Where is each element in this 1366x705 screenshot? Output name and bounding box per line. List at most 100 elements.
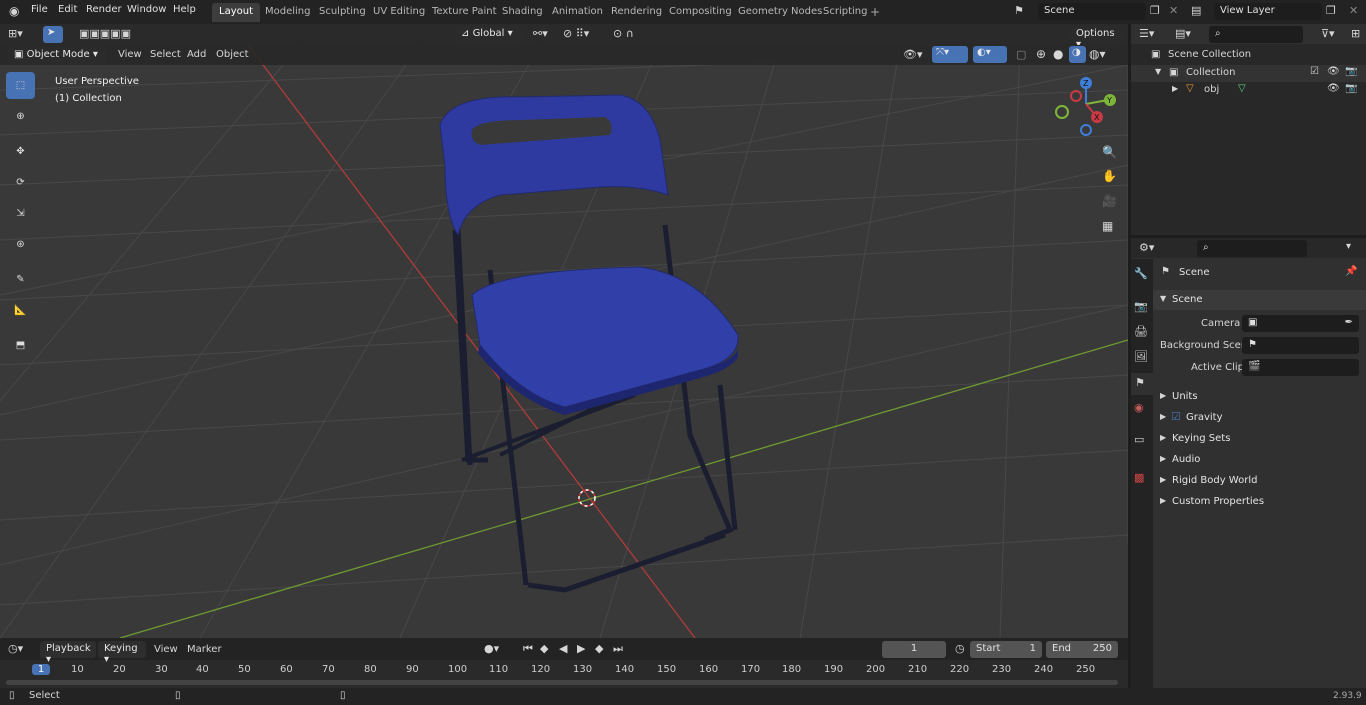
chair-model[interactable] [439, 94, 739, 593]
exclude-checkbox-icon[interactable]: ☑ [1310, 66, 1319, 77]
scene-panel-header[interactable]: ▼ Scene [1153, 290, 1366, 310]
timeline-editor-icon[interactable]: ◷▾ [8, 642, 23, 655]
move-tool-icon[interactable]: ✥ [6, 138, 35, 165]
navigation-gizmo[interactable]: Z Y X [1052, 72, 1122, 142]
cursor-tool-icon[interactable]: ⊕ [6, 103, 35, 130]
output-tab-icon[interactable]: 🖨 [1134, 325, 1148, 338]
prev-keyframe-icon[interactable]: ◆ [540, 642, 548, 655]
eyedropper-icon[interactable]: ✒ [1345, 317, 1353, 328]
copy-scene-icon[interactable]: ❐ [1150, 4, 1160, 17]
jump-end-icon[interactable]: ⏭ [613, 642, 623, 656]
expand-arrow-icon[interactable]: ▶ [1172, 84, 1178, 93]
editor-type-icon[interactable]: ⊞▾ [8, 27, 23, 40]
select-tool-icon[interactable]: ➤ [43, 26, 63, 43]
timeline-menu-view[interactable]: View [154, 644, 178, 655]
start-frame-field[interactable]: Start 1 [970, 641, 1042, 658]
properties-editor-icon[interactable]: ⚙▾ [1139, 241, 1154, 254]
frame-ruler[interactable]: 1 10 20 30 40 50 60 70 80 90 100 110 120 130 140 150 160… [0, 663, 1128, 679]
display-mode-icon[interactable]: ▤▾ [1175, 27, 1191, 40]
remove-scene-icon[interactable]: ✕ [1169, 4, 1178, 17]
rigid-body-world-panel-header[interactable]: ▶ Rigid Body World [1153, 472, 1366, 490]
render-tab-icon[interactable]: 📷 [1134, 300, 1148, 313]
proportional-edit-icon[interactable]: ⊙ ∩ [613, 27, 634, 40]
custom-properties-panel-header[interactable]: ▶ Custom Properties [1153, 493, 1366, 511]
pivot-icon[interactable]: ⚯▾ [533, 27, 548, 40]
copy-view-layer-icon[interactable]: ❐ [1326, 4, 1336, 17]
rotate-tool-icon[interactable]: ⟳ [6, 169, 35, 196]
tab-sculpting[interactable]: Sculpting [312, 3, 373, 22]
new-collection-icon[interactable]: ⊞ [1351, 27, 1360, 40]
zoom-icon[interactable]: 🔍 [1102, 145, 1117, 159]
playback-dropdown[interactable]: Playback ▾ [40, 641, 96, 665]
overlay-toggle-icon[interactable]: ◐▾ [973, 46, 1007, 63]
world-tab-icon[interactable]: ◉ [1134, 401, 1144, 414]
gizmo-neg-y-icon[interactable] [1055, 105, 1069, 119]
tab-texture-paint[interactable]: Texture Paint [425, 3, 504, 22]
options-dropdown[interactable]: Options ▾ [1070, 26, 1122, 50]
active-clip-field[interactable]: 🎬 [1242, 359, 1359, 376]
current-frame-marker[interactable]: 1 [32, 664, 50, 675]
current-frame-field[interactable]: 1 [882, 641, 946, 658]
gravity-checkbox-icon[interactable]: ☑ [1171, 410, 1181, 423]
annotate-tool-icon[interactable]: ✎ [6, 266, 35, 293]
outliner-row-obj[interactable]: ▶ ▽ obj ▽ 👁 📷 [1131, 82, 1366, 99]
shading-wireframe-icon[interactable]: ⊕ [1036, 47, 1046, 61]
tab-rendering[interactable]: Rendering [604, 3, 669, 22]
outliner-row-collection[interactable]: ▼ ▣ Collection ☑ 👁 📷 [1131, 65, 1366, 82]
tool-tab-icon[interactable]: 🔧 [1134, 267, 1148, 280]
menu-window[interactable]: Window [127, 4, 166, 15]
visibility-icon[interactable]: 👁▾ [903, 48, 923, 61]
add-workspace-icon[interactable]: + [870, 5, 880, 19]
texture-tab-icon[interactable]: ▩ [1134, 471, 1144, 484]
mesh-data-icon[interactable]: ▽ [1238, 83, 1246, 94]
tab-compositing[interactable]: Compositing [662, 3, 739, 22]
scale-tool-icon[interactable]: ⇲ [6, 200, 35, 227]
properties-options-icon[interactable]: ▾ [1346, 241, 1351, 252]
tab-scripting[interactable]: Scripting [816, 3, 874, 22]
gizmo-toggle-icon[interactable]: ⤧▾ [932, 46, 968, 63]
viewport-menu-object[interactable]: Object [216, 49, 249, 60]
scene-tab-icon[interactable]: ⚑ [1131, 373, 1153, 395]
object-mode-dropdown[interactable]: ▣ Object Mode ▾ [8, 47, 106, 64]
tab-modeling[interactable]: Modeling [258, 3, 318, 22]
viewport-menu-add[interactable]: Add [187, 49, 206, 60]
play-reverse-icon[interactable]: ◀ [559, 642, 567, 655]
measure-tool-icon[interactable]: 📐 [6, 297, 35, 324]
blender-logo-icon[interactable]: ◉ [9, 4, 19, 18]
jump-start-icon[interactable]: ⏮ [523, 642, 533, 656]
viewport-menu-view[interactable]: View [118, 49, 142, 60]
view-layer-field[interactable]: View Layer [1214, 3, 1322, 20]
next-keyframe-icon[interactable]: ◆ [595, 642, 603, 655]
play-icon[interactable]: ▶ [577, 642, 585, 655]
gizmo-neg-x-icon[interactable] [1070, 90, 1082, 102]
shading-solid-icon[interactable]: ● [1053, 47, 1063, 61]
preview-range-icon[interactable]: ◷ [955, 642, 965, 655]
shading-material-icon[interactable]: ◑ [1069, 46, 1086, 63]
snap-icon[interactable]: ⊘ ⠿▾ [563, 27, 589, 40]
select-mode-icons[interactable]: ▣▣▣▣▣ [79, 27, 131, 40]
tab-animation[interactable]: Animation [545, 3, 610, 22]
menu-render[interactable]: Render [86, 4, 122, 15]
pin-icon[interactable]: 📌 [1345, 266, 1357, 277]
tab-geometry-nodes[interactable]: Geometry Nodes [731, 3, 829, 22]
perspective-toggle-icon[interactable]: ▦ [1102, 219, 1113, 233]
menu-edit[interactable]: Edit [58, 4, 77, 15]
collection-tab-icon[interactable]: ▭ [1134, 433, 1144, 446]
gravity-panel-header[interactable]: ▶ ☑ Gravity [1153, 409, 1366, 427]
add-cube-tool-icon[interactable]: ⬒ [6, 332, 35, 359]
timeline-menu-marker[interactable]: Marker [187, 644, 222, 655]
scene-icon[interactable]: ⚑ [1014, 4, 1024, 17]
select-box-icon[interactable]: ⬚ [6, 72, 35, 99]
render-camera-icon[interactable]: 📷 [1345, 83, 1357, 94]
tab-uv-editing[interactable]: UV Editing [366, 3, 432, 22]
viewport-menu-select[interactable]: Select [150, 49, 181, 60]
units-panel-header[interactable]: ▶ Units [1153, 388, 1366, 406]
menu-file[interactable]: File [31, 4, 48, 15]
xray-icon[interactable]: ▢ [1016, 48, 1026, 61]
3d-viewport[interactable] [0, 45, 1128, 638]
keying-sets-panel-header[interactable]: ▶ Keying Sets [1153, 430, 1366, 448]
camera-view-icon[interactable]: 🎥 [1102, 194, 1117, 208]
keying-dropdown[interactable]: Keying ▾ [98, 641, 146, 665]
menu-help[interactable]: Help [173, 4, 196, 15]
properties-search-input[interactable]: ⌕ [1197, 240, 1307, 257]
